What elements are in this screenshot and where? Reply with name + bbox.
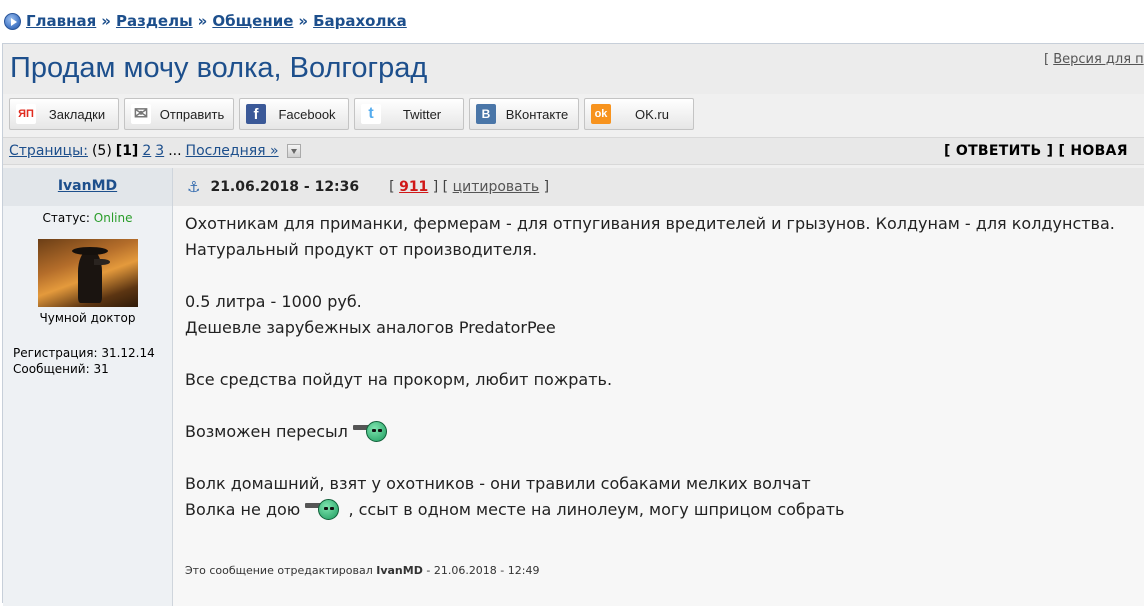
post-header: IvanMD ⚓ 21.06.2018 - 12:36 [ 911 ] [ ци… bbox=[3, 168, 1144, 206]
topic-header: Продам мочу волка, Волгоград [ Версия дл… bbox=[3, 44, 1144, 94]
share-button-label: Отправить bbox=[159, 106, 225, 122]
post-message: Охотникам для приманки, фермерам - для о… bbox=[173, 206, 1144, 606]
print-version-link[interactable]: Версия для п bbox=[1053, 52, 1143, 67]
post-line-text: Возможен пересыл bbox=[185, 422, 348, 441]
share-toolbar: ЯП Закладки ✉ Отправить f Facebook t Twi… bbox=[3, 96, 1144, 134]
version-bracket: [ bbox=[1044, 52, 1050, 67]
last-page-link[interactable]: Последняя » bbox=[186, 143, 279, 159]
print-version: [ Версия для п bbox=[1044, 52, 1144, 67]
share-ok-button[interactable]: ok OK.ru bbox=[584, 98, 694, 130]
topic-title: Продам мочу волка, Волгоград bbox=[10, 52, 428, 84]
page-jump-dropdown-icon[interactable] bbox=[286, 144, 301, 158]
post-author-link[interactable]: IvanMD bbox=[58, 178, 117, 194]
forum-home-icon[interactable] bbox=[4, 12, 21, 30]
post-line: Охотникам для приманки, фермерам - для о… bbox=[185, 214, 1115, 233]
edit-note: Это сообщение отредактировал IvanMD - 21… bbox=[185, 564, 539, 577]
post-line-text: , ссыт в одном месте на линолеум, могу ш… bbox=[348, 500, 845, 519]
page-link-2[interactable]: 2 bbox=[142, 143, 151, 159]
post-line: Все средства пойдут на прокорм, любит по… bbox=[185, 370, 613, 389]
avatar-mask bbox=[93, 259, 110, 265]
share-button-label: Facebook bbox=[278, 106, 336, 122]
status-online-badge: Online bbox=[93, 211, 133, 225]
post-line: 0.5 литра - 1000 руб. bbox=[185, 292, 362, 311]
breadcrumb-separator: » bbox=[197, 12, 208, 30]
odnoklassniki-icon: ok bbox=[591, 104, 611, 124]
quote-link[interactable]: цитировать bbox=[453, 179, 540, 195]
breadcrumb-link-sections[interactable]: Разделы bbox=[116, 12, 193, 30]
pages-total: (5) bbox=[91, 143, 112, 159]
gun-smiley-icon bbox=[305, 498, 343, 520]
share-button-label: ВКонтакте bbox=[505, 106, 569, 122]
post-date: 21.06.2018 - 12:36 bbox=[210, 179, 360, 195]
bracket: ] [ bbox=[432, 179, 449, 195]
edit-note-date: - 21.06.2018 - 12:49 bbox=[426, 564, 540, 577]
author-rank: Чумной доктор bbox=[39, 311, 136, 325]
breadcrumb-separator: » bbox=[298, 12, 309, 30]
post-number-link[interactable]: 911 bbox=[399, 179, 428, 195]
share-button-label: Закладки bbox=[48, 106, 106, 122]
post-line: Возможен пересыл bbox=[185, 419, 1115, 445]
post-meta: ⚓ 21.06.2018 - 12:36 [ 911 ] [ цитироват… bbox=[173, 168, 1144, 206]
reply-actions[interactable]: [ ОТВЕТИТЬ ] [ НОВАЯ bbox=[944, 143, 1128, 159]
breadcrumb: Главная » Разделы » Общение » Барахолка bbox=[4, 10, 407, 32]
avatar[interactable] bbox=[37, 239, 138, 307]
current-page: [1] bbox=[115, 143, 139, 159]
edit-note-prefix: Это сообщение отредактировал bbox=[185, 564, 373, 577]
share-button-label: Twitter bbox=[402, 106, 442, 122]
author-profile: Статус: Online Чумной доктор Регистрация… bbox=[3, 206, 173, 606]
breadcrumb-link-flea-market[interactable]: Барахолка bbox=[313, 12, 407, 30]
topic-container: Продам мочу волка, Волгоград [ Версия дл… bbox=[2, 43, 1144, 606]
vk-icon: B bbox=[476, 104, 496, 124]
facebook-icon: f bbox=[246, 104, 266, 124]
breadcrumb-link-home[interactable]: Главная bbox=[26, 12, 96, 30]
post-line-text: Волка не дою bbox=[185, 500, 301, 519]
breadcrumb-separator: » bbox=[101, 12, 111, 30]
post-line: Натуральный продукт от производителя. bbox=[185, 240, 538, 259]
post-line: Дешевле зарубежных аналогов PredatorPee bbox=[185, 318, 556, 337]
twitter-icon: t bbox=[361, 104, 381, 124]
yandex-bookmarks-icon: ЯП bbox=[16, 104, 36, 124]
edit-note-author: IvanMD bbox=[376, 564, 423, 577]
share-vk-button[interactable]: B ВКонтакте bbox=[469, 98, 579, 130]
bracket: ] bbox=[543, 179, 550, 195]
breadcrumb-link-talk[interactable]: Общение bbox=[212, 12, 293, 30]
post-actions: [ 911 ] [ цитировать ] bbox=[389, 179, 549, 195]
post-author-cell: IvanMD bbox=[3, 168, 173, 206]
page-link-3[interactable]: 3 bbox=[155, 143, 164, 159]
share-twitter-button[interactable]: t Twitter bbox=[354, 98, 464, 130]
share-button-label: OK.ru bbox=[635, 106, 669, 122]
share-bookmarks-button[interactable]: ЯП Закладки bbox=[9, 98, 119, 130]
author-registered: Регистрация: 31.12.14 bbox=[13, 346, 155, 360]
pagination-bar: Страницы: (5) [1] 2 3 ... Последняя » [ … bbox=[3, 137, 1144, 165]
post-line: Волка не дою , ссыт в одном месте на лин… bbox=[185, 497, 1115, 523]
envelope-icon: ✉ bbox=[131, 104, 151, 124]
share-email-button[interactable]: ✉ Отправить bbox=[124, 98, 234, 130]
author-stats: Регистрация: 31.12.14 Сообщений: 31 bbox=[3, 345, 172, 377]
author-message-count: Сообщений: 31 bbox=[13, 362, 109, 376]
pages-label-link[interactable]: Страницы: bbox=[9, 143, 88, 159]
pagination: Страницы: (5) [1] 2 3 ... Последняя » bbox=[9, 143, 301, 159]
pages-ellipsis: ... bbox=[168, 143, 182, 159]
status-label: Статус: bbox=[42, 211, 90, 225]
post-line: Волк домашний, взят у охотников - они тр… bbox=[185, 474, 811, 493]
post: Статус: Online Чумной доктор Регистрация… bbox=[3, 206, 1144, 606]
gun-smiley-icon bbox=[353, 420, 391, 442]
avatar-hat bbox=[71, 247, 108, 255]
anchor-icon[interactable]: ⚓ bbox=[187, 178, 200, 196]
share-facebook-button[interactable]: f Facebook bbox=[239, 98, 349, 130]
post-body: Охотникам для приманки, фермерам - для о… bbox=[185, 211, 1115, 523]
bracket: [ bbox=[389, 179, 395, 195]
author-status: Статус: Online bbox=[3, 211, 172, 225]
